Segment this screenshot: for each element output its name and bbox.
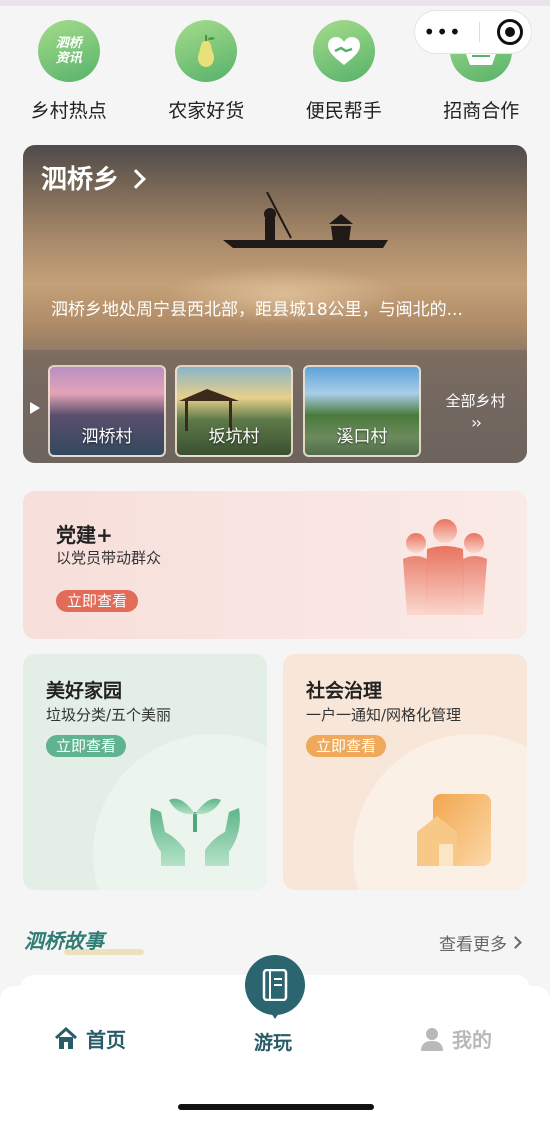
home-icon (54, 1026, 78, 1049)
tab-mine[interactable]: 我的 (420, 1024, 492, 1053)
pear-icon (175, 20, 238, 82)
village-card-siqiao[interactable]: 泗桥村 (48, 365, 166, 457)
heart-hand-icon (312, 20, 375, 82)
township-title[interactable]: 泗桥乡 (41, 159, 146, 196)
user-icon (421, 1027, 443, 1051)
view-now-button[interactable]: 立即查看 (56, 590, 139, 612)
village-card-xikou[interactable]: 溪口村 (303, 365, 421, 457)
card-subtitle: 垃圾分类/五个美丽 (46, 706, 172, 724)
tab-play-label[interactable]: 游玩 (254, 1028, 292, 1055)
village-label: 泗桥村 (81, 427, 133, 447)
category-item-hot[interactable]: 泗桥 资讯 乡村热点 (0, 20, 138, 123)
play-tab-pointer (267, 1007, 283, 1019)
township-description: 泗桥乡地处周宁县西北部，距县城18公里，与闽北的... (51, 300, 463, 320)
village-label: 溪口村 (336, 427, 388, 447)
tab-home[interactable]: 首页 (54, 1024, 126, 1053)
stories-section-title: 泗桥故事 (24, 925, 144, 955)
close-miniprogram-icon[interactable] (496, 19, 523, 45)
news-badge-icon: 泗桥 资讯 (37, 20, 100, 82)
chevron-right-icon (126, 168, 146, 189)
card-subtitle: 一户一通知/网格化管理 (306, 706, 462, 724)
all-villages-link[interactable]: 全部乡村 ›› (433, 390, 518, 434)
category-item-help[interactable]: 便民帮手 (275, 20, 413, 123)
top-strip (0, 0, 550, 6)
social-governance-card[interactable]: 社会治理 一户一通知/网格化管理 立即查看 (283, 654, 527, 890)
house-block-icon (417, 794, 491, 866)
tab-play[interactable] (245, 955, 305, 1019)
people-group-icon (403, 519, 487, 615)
chevron-right-icon (509, 936, 522, 949)
view-more-link[interactable]: 查看更多 (439, 930, 522, 955)
card-title: 美好家园 (46, 680, 123, 702)
notebook-icon (262, 969, 288, 1001)
category-label: 便民帮手 (305, 100, 382, 122)
view-now-button[interactable]: 立即查看 (306, 735, 387, 757)
home-indicator (178, 1104, 374, 1110)
double-chevron-icon: ›› (471, 413, 482, 432)
mini-program-capsule: ••• (414, 10, 532, 54)
more-menu-icon[interactable]: ••• (423, 22, 461, 42)
view-now-button[interactable]: 立即查看 (46, 735, 127, 757)
boat-silhouette (223, 192, 388, 248)
view-more-label: 查看更多 (439, 935, 507, 955)
card-subtitle: 以党员带动群众 (56, 549, 162, 567)
category-label: 农家好货 (168, 100, 245, 122)
party-building-card[interactable]: 党建+ 以党员带动群众 立即查看 (23, 491, 527, 639)
tab-home-label: 首页 (86, 1028, 126, 1052)
tab-mine-label: 我的 (452, 1028, 492, 1052)
township-hero-card[interactable]: 泗桥乡 泗桥乡地处周宁县西北部，距县城18公里，与闽北的... 泗桥村 坂坑村 … (23, 145, 527, 463)
village-card-bankeng[interactable]: 坂坑村 (175, 365, 293, 457)
beautiful-home-card[interactable]: 美好家园 垃圾分类/五个美丽 立即查看 (23, 654, 267, 890)
capsule-divider (478, 22, 480, 42)
carousel-arrow-icon[interactable] (30, 402, 40, 414)
category-item-goods[interactable]: 农家好货 (138, 20, 276, 123)
card-title: 社会治理 (306, 680, 383, 702)
village-label: 坂坑村 (208, 427, 260, 447)
category-label: 乡村热点 (30, 100, 107, 122)
sprout-hands-icon (150, 798, 240, 866)
card-title: 党建+ (56, 523, 113, 547)
all-villages-label: 全部乡村 (445, 392, 506, 410)
township-title-text: 泗桥乡 (41, 165, 120, 195)
category-label: 招商合作 (443, 100, 520, 122)
